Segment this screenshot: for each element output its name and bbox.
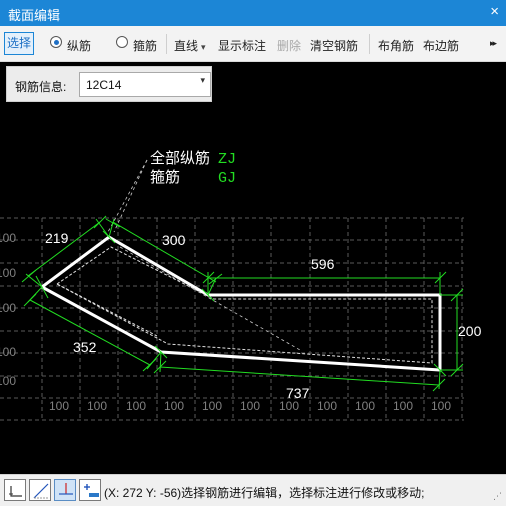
delete-button[interactable]: 删除	[277, 37, 301, 54]
grid-label-bottom: 100	[126, 399, 146, 413]
status-text: (X: 272 Y: -56)选择钢筋进行编辑，选择标注进行修改或移动;	[104, 486, 425, 500]
window-title: 截面编辑	[8, 8, 61, 23]
rebar-info-value: 12C14	[86, 78, 122, 92]
longitudinal-radio[interactable]	[50, 36, 62, 48]
grid-label-left: 100	[0, 345, 16, 359]
rebar-info-select[interactable]: 12C14 ▾	[79, 72, 211, 97]
dimensions[interactable]	[21, 215, 464, 392]
section-outline[interactable]	[41, 235, 442, 372]
dimension-596[interactable]: 596	[311, 256, 335, 272]
grid-label-left: 100	[0, 231, 16, 245]
section-drawing[interactable]: 100 100 100 100 100 100 100 100 100 100 …	[0, 62, 506, 474]
stirrup-label[interactable]: 箍筋	[133, 37, 157, 54]
grid-label-left: 100	[0, 301, 16, 315]
show-annotation-button[interactable]: 显示标注	[218, 37, 266, 54]
stirrup-diagonal	[56, 283, 158, 337]
clear-rebar-button[interactable]: 清空钢筋	[310, 37, 358, 54]
grid-label-bottom: 100	[279, 399, 299, 413]
add-point-icon[interactable]	[79, 479, 101, 501]
title-bar: 截面编辑 ×	[0, 0, 506, 26]
grid-label-bottom: 100	[431, 399, 451, 413]
intersection-snap-icon[interactable]	[54, 479, 76, 501]
polar-snap-icon[interactable]	[29, 479, 51, 501]
resize-grip-icon[interactable]: ⋰	[493, 491, 502, 502]
select-button[interactable]: 选择	[4, 32, 34, 55]
grid-label-bottom: 100	[317, 399, 337, 413]
edge-rebar-button[interactable]: 布边筋	[423, 37, 459, 54]
dimension-200[interactable]: 200	[458, 323, 482, 339]
legend-longitudinal-code: ZJ	[218, 151, 236, 168]
grid-labels: 100 100 100 100 100 100 100 100 100 100 …	[0, 231, 451, 413]
grid-label-bottom: 100	[202, 399, 222, 413]
longitudinal-label[interactable]: 纵筋	[67, 37, 91, 54]
stirrup-radio[interactable]	[116, 36, 128, 48]
grid-label-bottom: 100	[355, 399, 375, 413]
leader-line-stirrup	[119, 246, 301, 351]
corner-rebar-button[interactable]: 布角筋	[378, 37, 414, 54]
line-label: 直线	[174, 39, 199, 53]
chevron-down-icon: ▾	[200, 75, 205, 85]
orthogonal-snap-icon[interactable]	[4, 479, 26, 501]
dimension-300[interactable]: 300	[162, 232, 186, 248]
toolbar-overflow-icon[interactable]: ▸▸	[490, 38, 497, 49]
grid-label-left: 100	[0, 374, 16, 388]
rebar-info-label: 钢筋信息:	[15, 80, 67, 94]
status-bar: (X: 272 Y: -56)选择钢筋进行编辑，选择标注进行修改或移动; ⋰	[0, 474, 506, 506]
rebar-info-panel: 钢筋信息: 12C14 ▾	[6, 66, 212, 102]
chevron-down-icon: ▾	[201, 42, 206, 52]
grid-label-bottom: 100	[49, 399, 69, 413]
dimension-352[interactable]: 352	[73, 339, 97, 355]
legend-stirrup-code: GJ	[218, 170, 236, 187]
rebar-legend: 全部纵筋 ZJ 箍筋 GJ	[150, 149, 236, 187]
grid-label-bottom: 100	[240, 399, 260, 413]
grid-label-bottom: 100	[393, 399, 413, 413]
toolbar-separator	[166, 34, 167, 54]
dimension-737[interactable]: 737	[286, 385, 310, 401]
grid-label-bottom: 100	[87, 399, 107, 413]
grid-label-left: 100	[0, 266, 16, 280]
leader-line	[113, 159, 148, 233]
toolbar-separator	[369, 34, 370, 54]
dimension-219[interactable]: 219	[45, 230, 69, 246]
close-icon[interactable]: ×	[490, 3, 499, 20]
legend-all-longitudinal: 全部纵筋	[150, 149, 210, 167]
line-dropdown-button[interactable]: 直线 ▾	[174, 37, 206, 54]
grid	[0, 217, 464, 421]
grid-label-bottom: 100	[164, 399, 184, 413]
toolbar: 选择 纵筋 箍筋 直线 ▾ 显示标注 删除 清空钢筋 布角筋 布边筋 ▸▸	[0, 26, 506, 62]
legend-stirrup: 箍筋	[150, 169, 180, 186]
